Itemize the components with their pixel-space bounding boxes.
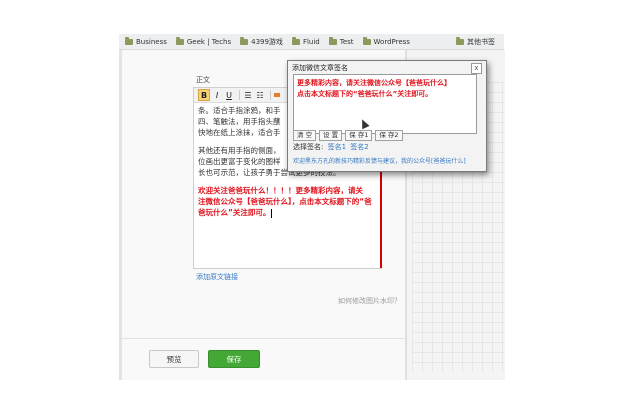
folder-icon	[328, 36, 337, 45]
save-button[interactable]: 保存	[208, 350, 260, 368]
bookmark-business[interactable]: Business	[125, 36, 167, 46]
bookmarks-bar: Business Geek | Techs 4399游戏 Fluid Test …	[119, 34, 504, 50]
text-cursor	[271, 208, 273, 218]
body-section-label: 正文	[196, 76, 210, 84]
close-icon[interactable]: x	[471, 63, 482, 74]
signature-text-line: 点击本文标题下的“爸爸玩什么”关注即可。	[297, 90, 433, 98]
folder-icon	[125, 36, 133, 45]
italic-icon[interactable]: I	[212, 90, 222, 100]
bookmark-other[interactable]: 其他书签	[456, 34, 495, 49]
save1-button[interactable]: 保 存1	[345, 130, 373, 141]
editor-line: 快地在纸上涂抹，适合手	[198, 128, 281, 137]
signature-select-label: 选择签名:	[293, 143, 324, 151]
signature-text-line: 更多精彩内容，请关注微信公众号【爸爸玩什么】	[297, 79, 451, 87]
toolbar-divider	[270, 90, 271, 100]
save2-button[interactable]: 保 存2	[375, 130, 403, 141]
preview-button[interactable]: 预览	[149, 350, 199, 368]
color-icon[interactable]	[274, 93, 280, 97]
bold-icon[interactable]: B	[198, 89, 210, 101]
signature-select-row: 选择签名: 签名1 签名2	[293, 142, 369, 152]
folder-icon	[175, 36, 184, 45]
bookmark-fluid[interactable]: Fluid	[291, 36, 320, 46]
folder-icon	[362, 36, 371, 45]
clear-button[interactable]: 清 空	[293, 130, 317, 141]
bookmark-wordpress[interactable]: WordPress	[362, 36, 410, 46]
bulleted-list-icon[interactable]: ☷	[255, 90, 265, 100]
editor-line: 条。适合手指涂鸦，和手	[198, 106, 281, 115]
settings-button[interactable]: 设 置	[319, 130, 343, 141]
bookmark-label: Fluid	[302, 37, 320, 46]
bookmark-4399[interactable]: 4399游戏	[240, 36, 283, 47]
bookmark-label: Business	[136, 37, 167, 46]
bookmark-label: WordPress	[373, 37, 410, 46]
add-source-link[interactable]: 添加原文链接	[196, 272, 238, 282]
folder-icon	[291, 36, 300, 45]
bookmark-test[interactable]: Test	[328, 36, 354, 46]
folder-icon	[456, 36, 464, 45]
bookmark-geek-techs[interactable]: Geek | Techs	[175, 36, 232, 46]
divider	[122, 338, 405, 339]
signature-popup: 添加微信文章签名 x 更多精彩内容，请关注微信公众号【爸爸玩什么】 点击本文标题…	[287, 60, 487, 172]
popup-title: 添加微信文章签名	[292, 64, 348, 72]
bookmark-label: 4399游戏	[251, 37, 283, 46]
editor-line: 四、笔触法，用手指头蘸	[198, 117, 281, 126]
bookmark-label: Test	[339, 37, 354, 46]
signature2-link[interactable]: 签名2	[350, 143, 368, 151]
underline-icon[interactable]: U	[224, 90, 234, 100]
watermark-help-link[interactable]: 如何修改图片水印？	[338, 296, 401, 306]
signature-textarea[interactable]: 更多精彩内容，请关注微信公众号【爸爸玩什么】 点击本文标题下的“爸爸玩什么”关注…	[293, 74, 477, 134]
signature1-link[interactable]: 签名1	[328, 143, 346, 151]
folder-icon	[240, 36, 249, 45]
bookmark-label: 其他书签	[467, 37, 495, 46]
signature-line: 爸玩什么”关注即可。	[198, 208, 271, 217]
signature-line: 注微信公众号【爸爸玩什么】，点击本文标题下的“爸	[198, 197, 372, 206]
popup-footer-note[interactable]: 欢迎黑东方孔的新技巧精彩反馈与建议，我的公众号[爸爸玩什么]	[293, 156, 466, 165]
editor-line: 位画出更富于变化的图样	[198, 157, 281, 166]
toolbar-divider	[239, 90, 240, 100]
ordered-list-icon[interactable]: ☰	[243, 90, 253, 100]
popup-button-row: 清 空 设 置 保 存1 保 存2	[293, 130, 406, 141]
bookmark-label: Geek | Techs	[186, 37, 232, 46]
editor-line: 其他还有用手指的侧面，	[198, 146, 281, 155]
signature-line: 欢迎关注爸爸玩什么！！！！更多精彩内容，请关	[198, 186, 363, 195]
